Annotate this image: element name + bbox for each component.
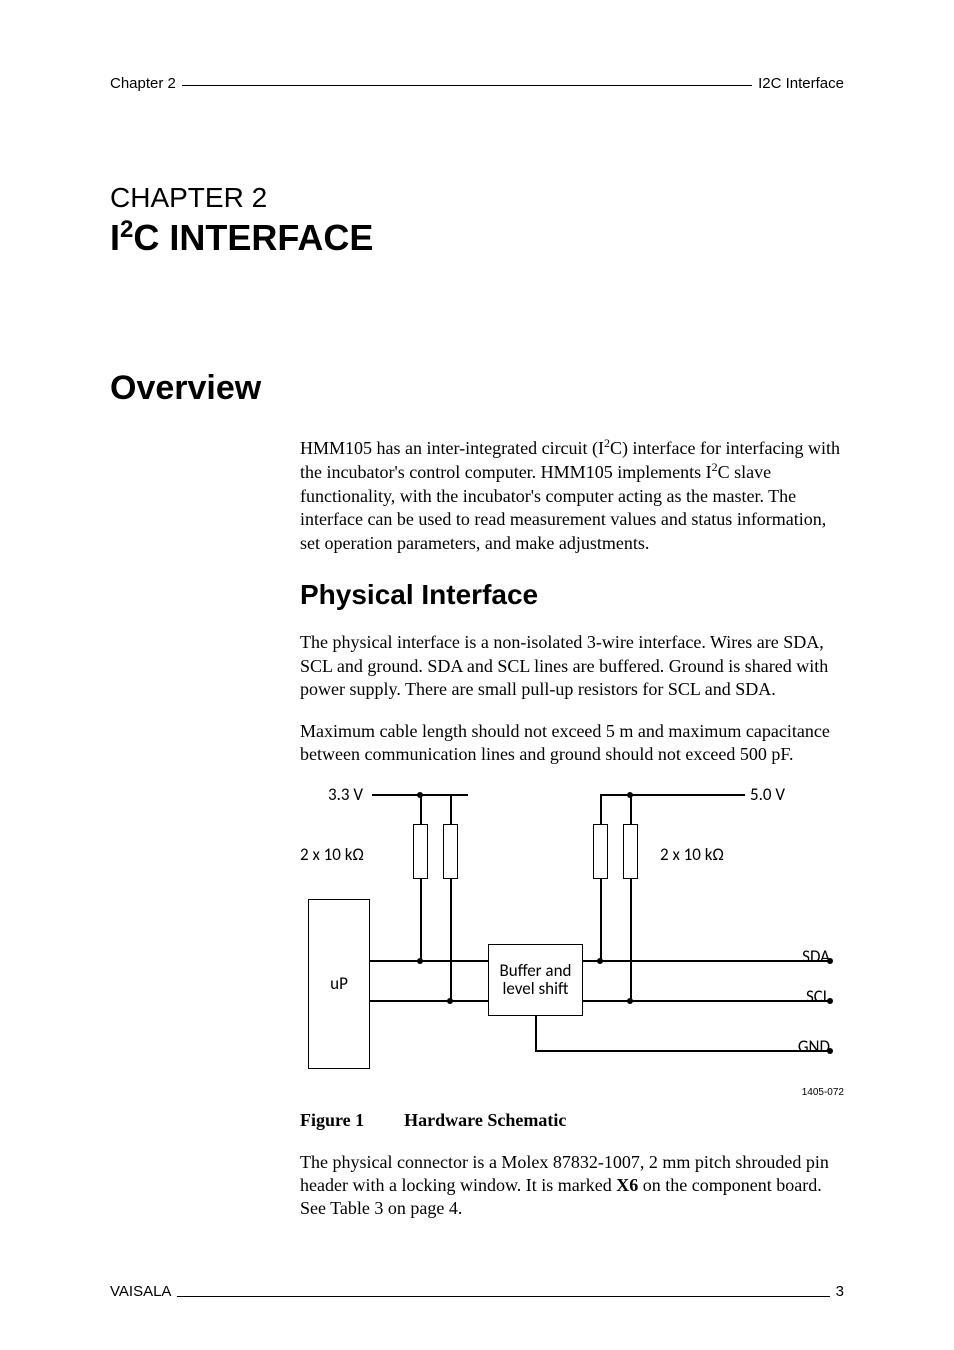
node-sda-right [597, 958, 603, 964]
res-left-1 [413, 824, 428, 879]
node-scl-left [447, 998, 453, 1004]
res-right-1 [593, 824, 608, 879]
header-line [182, 75, 752, 86]
node-sda-left [417, 958, 423, 964]
chapter-title: I2C INTERFACE [110, 216, 844, 259]
node-scl-right [627, 998, 633, 1004]
figure-label: Figure 1 [300, 1109, 364, 1132]
label-scl: SCL [806, 986, 830, 1008]
label-3v3: 3.3 V [328, 784, 363, 806]
physical-p3-bold: X6 [616, 1175, 638, 1195]
node-scl-end [827, 998, 833, 1004]
body-column: HMM105 has an inter-integrated circuit (… [300, 436, 844, 1221]
page-header: Chapter 2 I2C Interface [110, 75, 844, 92]
line-5v0-down2 [630, 794, 632, 824]
line-lres1-down [420, 879, 422, 961]
chapter-title-rest: C INTERFACE [133, 217, 373, 258]
line-5v0-down1 [600, 794, 602, 824]
up-label: uP [330, 973, 348, 995]
line-3v3-lead [372, 794, 420, 796]
up-box: uP [308, 899, 370, 1069]
node-gnd-end [827, 1048, 833, 1054]
hardware-schematic-diagram: 3.3 V 5.0 V 2 x 10 kΩ 2 x 10 kΩ SDA SCL … [300, 784, 840, 1084]
label-r-left: 2 x 10 kΩ [300, 844, 364, 866]
figure-wrap: 3.3 V 5.0 V 2 x 10 kΩ 2 x 10 kΩ SDA SCL … [300, 784, 844, 1099]
overview-heading: Overview [110, 369, 844, 408]
label-sda: SDA [802, 946, 830, 968]
physical-heading: Physical Interface [300, 577, 844, 613]
label-5v0: 5.0 V [750, 784, 785, 806]
label-gnd: GND [798, 1036, 830, 1058]
physical-p2: Maximum cable length should not exceed 5… [300, 720, 844, 767]
overview-p1a: HMM105 has an inter-integrated circuit (… [300, 438, 604, 458]
line-3v3-down1 [420, 794, 422, 824]
line-3v3-top [420, 794, 468, 796]
footer-page-number: 3 [836, 1283, 844, 1300]
res-right-2 [623, 824, 638, 879]
figure-id: 1405-072 [300, 1086, 844, 1099]
page: Chapter 2 I2C Interface CHAPTER 2 I2C IN… [0, 0, 954, 1350]
line-gnd-down [535, 1016, 537, 1050]
figure-caption: Figure 1 Hardware Schematic [300, 1109, 844, 1132]
line-rres1-down [600, 879, 602, 961]
buffer-box: Buffer and level shift [488, 944, 583, 1016]
line-sda-left [370, 960, 488, 962]
line-gnd [535, 1050, 830, 1052]
line-lres2-down [450, 879, 452, 1001]
page-footer: VAISALA 3 [110, 1283, 844, 1300]
line-5v0-top [600, 794, 648, 796]
figure-caption-text: Hardware Schematic [404, 1109, 566, 1132]
label-r-right: 2 x 10 kΩ [660, 844, 724, 866]
footer-left: VAISALA [110, 1283, 171, 1300]
line-rres2-down [630, 879, 632, 1001]
node-sda-end [827, 958, 833, 964]
header-right: I2C Interface [758, 75, 844, 92]
buffer-l2: level shift [503, 980, 569, 999]
physical-p3: The physical connector is a Molex 87832-… [300, 1151, 844, 1221]
line-sda-right [583, 960, 830, 962]
chapter-title-super: 2 [120, 216, 133, 243]
res-left-2 [443, 824, 458, 879]
chapter-title-prefix: I [110, 217, 120, 258]
line-scl-right [583, 1000, 830, 1002]
overview-p1: HMM105 has an inter-integrated circuit (… [300, 436, 844, 555]
chapter-label: CHAPTER 2 [110, 182, 844, 214]
line-3v3-down2 [450, 794, 452, 824]
footer-line [177, 1286, 829, 1297]
header-left: Chapter 2 [110, 75, 176, 92]
line-scl-left [370, 1000, 488, 1002]
physical-p1: The physical interface is a non-isolated… [300, 631, 844, 701]
